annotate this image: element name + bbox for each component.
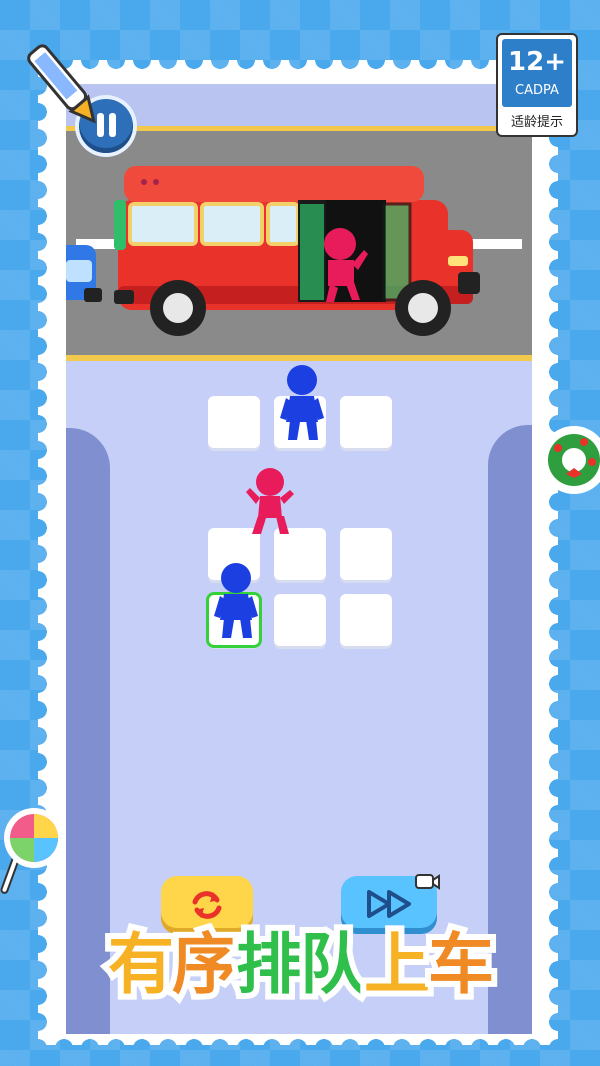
title-char: 有 <box>102 920 180 1009</box>
title-char: 车 <box>422 920 500 1009</box>
title-char: 序 <box>166 920 244 1009</box>
blue-car <box>66 245 102 302</box>
pink-passenger[interactable] <box>246 466 296 540</box>
red-bus <box>114 166 480 336</box>
title-char: 上 <box>358 920 436 1009</box>
title-char: 队 <box>294 920 372 1009</box>
video-ad-icon <box>415 874 440 890</box>
blue-passenger[interactable] <box>208 562 262 646</box>
grid-tile[interactable] <box>274 594 326 646</box>
road-edge-line-top <box>66 126 532 131</box>
title-char: 排 <box>230 920 308 1009</box>
age-rating-org: CADPA <box>515 83 559 98</box>
grid-tile[interactable] <box>340 528 392 580</box>
lollipop-icon <box>0 808 64 894</box>
blue-passenger[interactable] <box>276 362 326 446</box>
age-rating-label: 适龄提示 <box>510 115 563 130</box>
pencil-icon <box>27 44 96 124</box>
wreath-icon <box>540 426 600 494</box>
grid-tile[interactable] <box>340 594 392 646</box>
age-rating-number: 12+ <box>508 47 566 77</box>
grid-tile[interactable] <box>208 396 260 448</box>
promo-title: 有序排队上车 <box>30 915 570 1015</box>
road-edge-line-bottom <box>66 355 532 361</box>
sidewalk-top <box>66 84 532 126</box>
age-rating-badge: 12+ CADPA 适龄提示 <box>496 33 578 137</box>
grid-tile[interactable] <box>340 396 392 448</box>
